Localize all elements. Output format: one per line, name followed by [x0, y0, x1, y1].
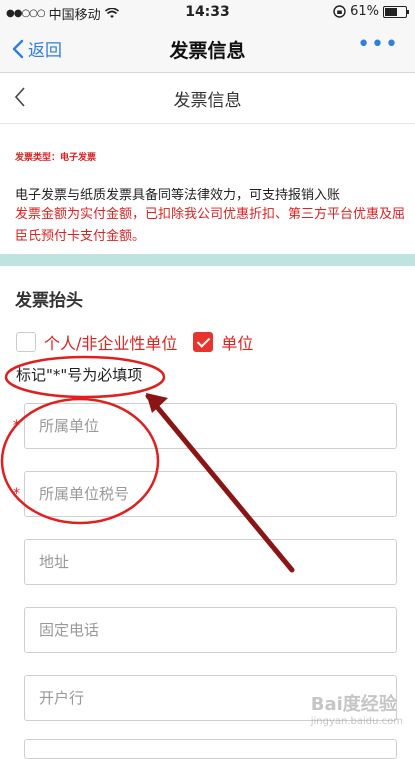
company-checkbox[interactable] — [193, 332, 214, 352]
battery-icon — [383, 5, 409, 18]
invoice-header-title: 发票抬头 — [15, 291, 83, 311]
navigation-bar: 返回 发票信息 ••• — [0, 24, 415, 73]
required-star: * — [13, 418, 20, 434]
more-button[interactable]: ••• — [357, 32, 399, 57]
rotation-lock-icon — [333, 5, 346, 18]
section-divider — [0, 254, 415, 266]
next-field-partial — [24, 739, 397, 759]
option-personal[interactable]: 个人/非企业性单位 — [16, 330, 177, 354]
option-label: 单位 — [221, 334, 254, 353]
watermark-logo: Bai度经验 — [310, 694, 397, 715]
personal-checkbox[interactable] — [16, 332, 36, 352]
option-label: 个人/非企业性单位 — [44, 334, 178, 353]
phone-field — [24, 607, 397, 653]
company-name-input[interactable] — [25, 404, 396, 448]
header-type-options: 个人/非企业性单位 单位 — [16, 330, 269, 354]
amount-notice: 发票金额为实付金额，已扣除我公司优惠折扣、第三方平台优惠及屈臣氏预付卡支付金额。 — [15, 207, 406, 244]
required-note: 标记"*"号为必填项 — [16, 366, 143, 384]
invoice-type-label: 发票类型：电子发票 — [15, 153, 97, 163]
tax-id-input[interactable] — [25, 472, 396, 516]
legal-notice: 电子发票与纸质发票具备同等法律效力，可支持报销入账 — [15, 188, 341, 203]
battery-percent: 61% — [350, 4, 379, 19]
option-company[interactable]: 单位 — [193, 330, 253, 354]
phone-input[interactable] — [25, 608, 396, 652]
page-header: 发票信息 — [0, 73, 415, 124]
address-input[interactable] — [25, 540, 396, 584]
page-title: 发票信息 — [173, 91, 242, 111]
watermark: Bai度经验 jingyan.baidu.com — [311, 690, 403, 727]
watermark-url: jingyan.baidu.com — [310, 716, 403, 727]
tax-id-field — [24, 471, 397, 517]
status-bar: ●●○○○ 中国移动 14:33 61% — [0, 0, 415, 24]
address-field — [24, 539, 397, 585]
required-star: * — [13, 486, 20, 502]
company-name-field — [24, 403, 397, 449]
nav-title: 发票信息 — [169, 40, 246, 62]
